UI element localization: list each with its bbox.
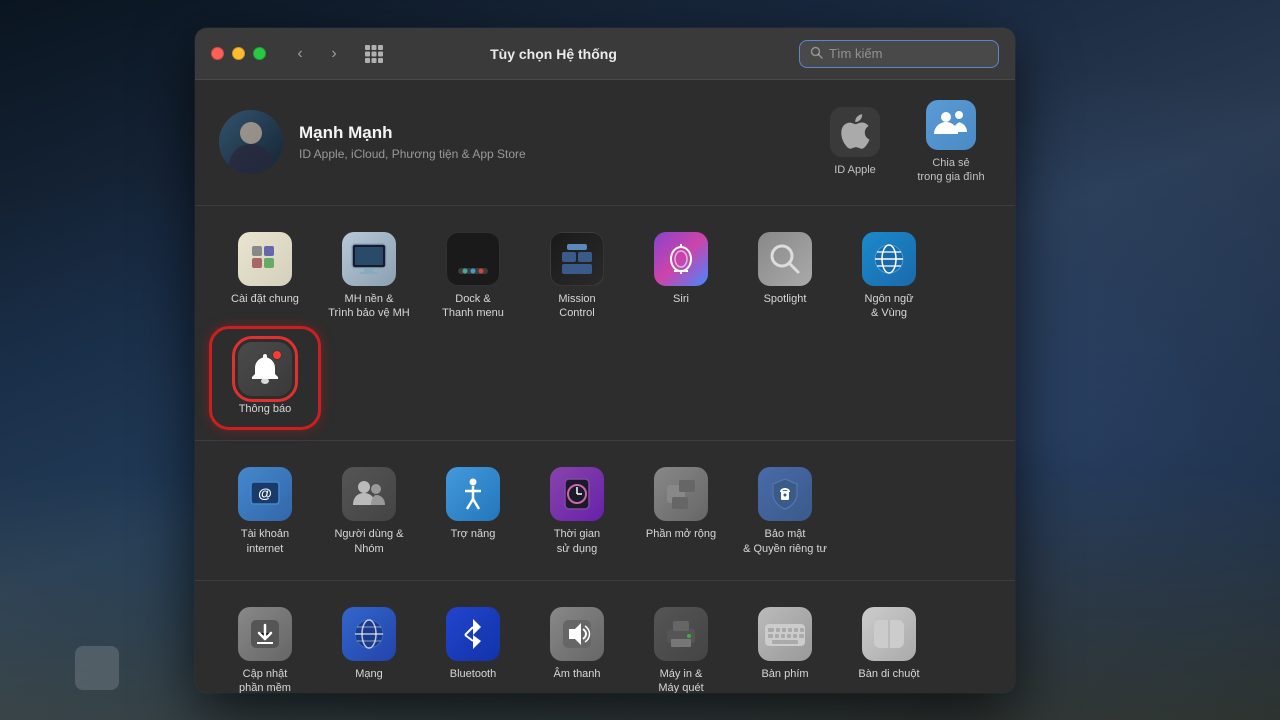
notification-item[interactable]: Thông báo — [215, 332, 315, 424]
printers-item[interactable]: Máy in &Máy quét — [631, 597, 731, 693]
family-sharing-label: Chia sẻtrong gia đình — [917, 156, 984, 185]
sound-label: Âm thanh — [553, 667, 600, 681]
svg-text:@: @ — [258, 485, 272, 501]
language-label: Ngôn ngữ& Vùng — [865, 292, 914, 321]
keyboard-item[interactable]: Bàn phím — [735, 597, 835, 693]
accessibility-item[interactable]: Trợ năng — [423, 457, 523, 564]
accessibility-label: Trợ năng — [451, 527, 496, 541]
bluetooth-item[interactable]: Bluetooth — [423, 597, 523, 693]
display-icon — [342, 232, 396, 286]
keyboard-icon — [758, 607, 812, 661]
bluetooth-icon — [446, 607, 500, 661]
profile-name: Mạnh Mạnh — [299, 123, 799, 143]
users-label: Người dùng &Nhóm — [334, 527, 403, 556]
printers-icon — [654, 607, 708, 661]
system-preferences-window: ‹ › Tùy chọn Hệ thống — [195, 28, 1015, 693]
extensions-item[interactable]: Phần mở rộng — [631, 457, 731, 564]
accessibility-icon — [446, 467, 500, 521]
grid-section-row2: @ Tài khoảninternet Người dùn — [195, 441, 1015, 581]
general-item[interactable]: Cài đặt chung — [215, 222, 315, 329]
profile-actions: ID Apple Chia sẻtrong gia đình — [815, 100, 991, 185]
siri-label: Siri — [673, 292, 689, 306]
display-item[interactable]: MH nền &Trình bảo vệ MH — [319, 222, 419, 329]
back-button[interactable]: ‹ — [286, 40, 314, 68]
grid-section-row1: Cài đặt chung MH nền &Trình bảo vệ MH — [195, 206, 1015, 442]
general-icon — [238, 232, 292, 286]
spotlight-label: Spotlight — [764, 292, 807, 306]
internet-item[interactable]: @ Tài khoảninternet — [215, 457, 315, 564]
content-area: Mạnh Mạnh ID Apple, iCloud, Phương tiện … — [195, 80, 1015, 693]
network-icon — [342, 607, 396, 661]
mission-item[interactable]: MissionControl — [527, 222, 627, 329]
users-icon — [342, 467, 396, 521]
security-icon — [758, 467, 812, 521]
mission-icon — [550, 232, 604, 286]
users-item[interactable]: Người dùng &Nhóm — [319, 457, 419, 564]
apple-id-button[interactable]: ID Apple — [815, 107, 895, 177]
bluetooth-label: Bluetooth — [450, 667, 496, 681]
software-icon — [238, 607, 292, 661]
desktop-icon — [75, 646, 119, 690]
apple-id-icon — [830, 107, 880, 157]
avatar[interactable] — [219, 110, 283, 174]
profile-subtitle: ID Apple, iCloud, Phương tiện & App Stor… — [299, 147, 799, 161]
dock-icon — [446, 232, 500, 286]
minimize-button[interactable] — [232, 47, 245, 60]
siri-item[interactable]: Siri — [631, 222, 731, 329]
icons-grid-row1: Cài đặt chung MH nền &Trình bảo vệ MH — [215, 222, 995, 425]
mission-label: MissionControl — [558, 292, 595, 321]
icons-grid-row3: Cập nhậtphần mềm Mạng — [215, 597, 995, 693]
trackpad-icon — [862, 607, 916, 661]
trackpad-item[interactable]: Bàn di chuột — [839, 597, 939, 693]
screentime-item[interactable]: Thời giansử dụng — [527, 457, 627, 564]
notification-icon — [238, 342, 292, 396]
security-label: Bảo mật& Quyền riêng tư — [743, 527, 827, 556]
screentime-icon — [550, 467, 604, 521]
profile-section: Mạnh Mạnh ID Apple, iCloud, Phương tiện … — [195, 80, 1015, 206]
icons-grid-row2: @ Tài khoảninternet Người dùn — [215, 457, 995, 564]
window-title: Tùy chọn Hệ thống — [320, 46, 787, 62]
family-sharing-button[interactable]: Chia sẻtrong gia đình — [911, 100, 991, 185]
keyboard-label: Bàn phím — [761, 667, 808, 681]
dock-label: Dock &Thanh menu — [442, 292, 504, 321]
general-label: Cài đặt chung — [231, 292, 299, 306]
maximize-button[interactable] — [253, 47, 266, 60]
network-item[interactable]: Mạng — [319, 597, 419, 693]
extensions-icon — [654, 467, 708, 521]
profile-info: Mạnh Mạnh ID Apple, iCloud, Phương tiện … — [299, 123, 799, 161]
grid-section-row3: Cập nhậtphần mềm Mạng — [195, 581, 1015, 693]
notification-dot — [272, 350, 282, 360]
family-sharing-icon — [926, 100, 976, 150]
traffic-lights — [211, 47, 266, 60]
internet-label: Tài khoảninternet — [241, 527, 289, 556]
software-item[interactable]: Cập nhậtphần mềm — [215, 597, 315, 693]
spotlight-icon — [758, 232, 812, 286]
security-item[interactable]: Bảo mật& Quyền riêng tư — [735, 457, 835, 564]
internet-icon: @ — [238, 467, 292, 521]
dock-item[interactable]: Dock &Thanh menu — [423, 222, 523, 329]
language-item[interactable]: Ngôn ngữ& Vùng — [839, 222, 939, 329]
language-icon — [862, 232, 916, 286]
search-icon — [810, 46, 823, 62]
title-bar: ‹ › Tùy chọn Hệ thống — [195, 28, 1015, 80]
software-label: Cập nhậtphần mềm — [239, 667, 291, 693]
search-input[interactable] — [829, 46, 988, 61]
trackpad-label: Bàn di chuột — [858, 667, 919, 681]
search-bar[interactable] — [799, 40, 999, 68]
sound-item[interactable]: Âm thanh — [527, 597, 627, 693]
spotlight-item[interactable]: Spotlight — [735, 222, 835, 329]
network-label: Mạng — [355, 667, 383, 681]
extensions-label: Phần mở rộng — [646, 527, 716, 541]
display-label: MH nền &Trình bảo vệ MH — [328, 292, 410, 321]
printers-label: Máy in &Máy quét — [658, 667, 703, 693]
sound-icon — [550, 607, 604, 661]
notification-label: Thông báo — [239, 402, 292, 416]
close-button[interactable] — [211, 47, 224, 60]
siri-icon — [654, 232, 708, 286]
apple-id-label: ID Apple — [834, 163, 876, 177]
screentime-label: Thời giansử dụng — [554, 527, 600, 556]
